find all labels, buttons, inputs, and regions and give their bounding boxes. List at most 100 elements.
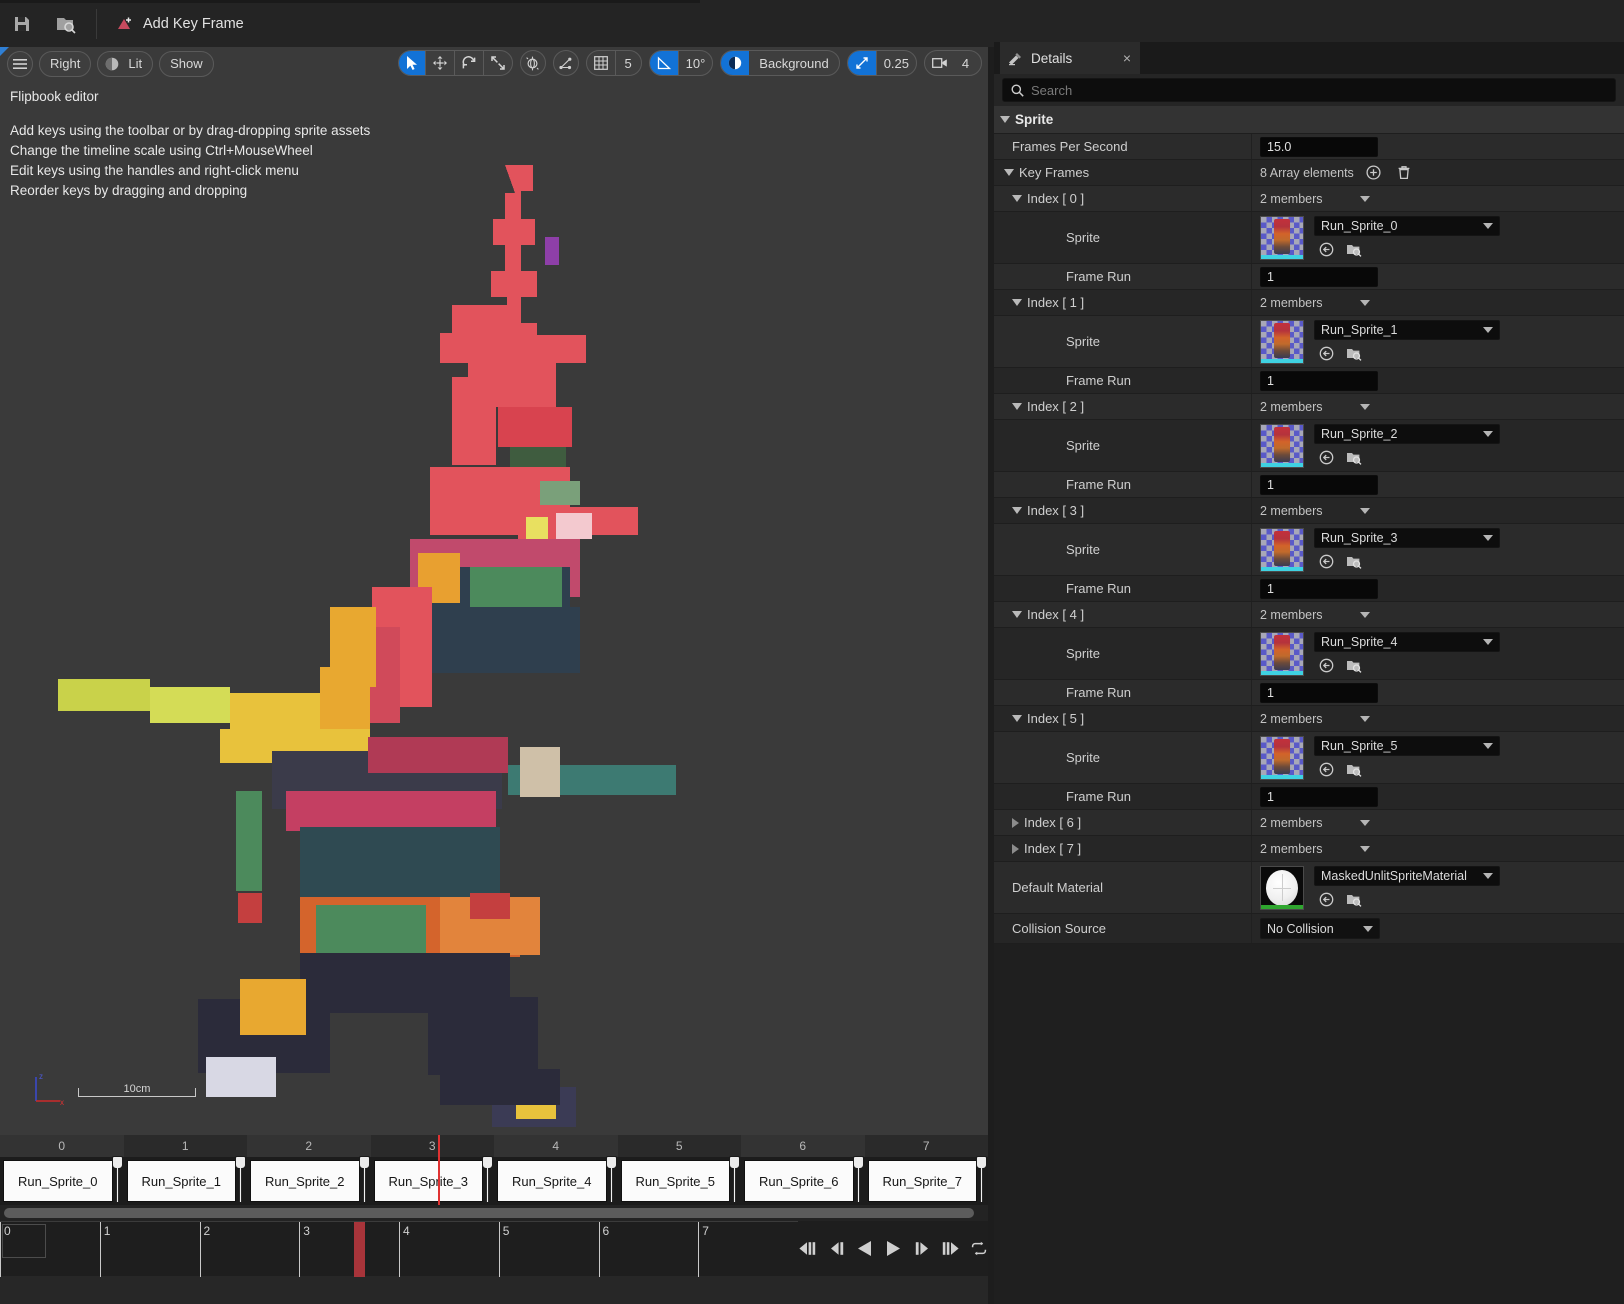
browse-to-sprite-button[interactable] [1344, 448, 1364, 468]
timeline-keyframe[interactable]: Run_Sprite_7 [867, 1160, 977, 1202]
frame-run-input[interactable]: 1 [1260, 370, 1378, 391]
scale-snap-toggle[interactable] [847, 51, 876, 75]
use-selected-asset-button[interactable] [1316, 760, 1336, 780]
timeline-scrollbar[interactable] [0, 1205, 988, 1221]
browse-to-material-button[interactable] [1344, 890, 1364, 910]
chevron-down-icon[interactable] [1483, 222, 1493, 229]
browse-to-sprite-button[interactable] [1344, 344, 1364, 364]
search-input[interactable] [1031, 82, 1607, 98]
chevron-down-icon[interactable] [1012, 299, 1022, 306]
use-selected-asset-button[interactable] [1316, 344, 1336, 364]
background-label[interactable]: Background [749, 56, 838, 71]
timeline-keyframe[interactable]: Run_Sprite_0 [3, 1160, 113, 1202]
browse-to-sprite-button[interactable] [1344, 240, 1364, 260]
save-button[interactable] [0, 2, 44, 46]
viewport-menu-button[interactable] [7, 50, 33, 77]
timeline-keyframe-handle[interactable] [605, 1156, 617, 1202]
details-search-box[interactable] [1002, 78, 1616, 102]
translate-tool-button[interactable] [424, 51, 454, 75]
default-material-picker[interactable]: MaskedUnlitSpriteMaterial [1314, 865, 1500, 886]
chevron-down-icon[interactable] [1012, 611, 1022, 618]
chevron-down-icon[interactable] [1012, 403, 1022, 410]
browse-to-asset-button[interactable] [44, 2, 88, 46]
sprite-thumbnail[interactable] [1260, 319, 1304, 364]
grid-snap-value[interactable]: 5 [614, 51, 641, 75]
scale-snap-value[interactable]: 0.25 [875, 51, 916, 75]
timeline-keyframe-handle[interactable] [482, 1156, 493, 1202]
sprite-thumbnail[interactable] [1260, 631, 1304, 676]
timeline-keyframe-handle[interactable] [729, 1156, 740, 1202]
chevron-down-icon[interactable] [1360, 299, 1370, 306]
chevron-down-icon[interactable] [1483, 430, 1493, 437]
background-toggle[interactable] [721, 51, 750, 75]
world-local-coordinate-button[interactable] [519, 50, 546, 76]
chevron-down-icon[interactable] [1483, 872, 1493, 879]
frame-run-input[interactable]: 1 [1260, 266, 1378, 287]
timeline-keyframe[interactable]: Run_Sprite_6 [744, 1160, 854, 1202]
close-icon[interactable]: × [1123, 50, 1131, 66]
chevron-down-icon[interactable] [1360, 845, 1370, 852]
use-selected-asset-button[interactable] [1316, 890, 1336, 910]
chevron-down-icon[interactable] [1360, 819, 1370, 826]
use-selected-asset-button[interactable] [1316, 448, 1336, 468]
select-tool-button[interactable] [398, 51, 425, 75]
add-key-frame-button[interactable]: Add Key Frame [105, 2, 254, 46]
surface-snapping-button[interactable] [552, 50, 579, 76]
rotate-tool-button[interactable] [453, 51, 483, 75]
chevron-down-icon[interactable] [1360, 611, 1370, 618]
chevron-down-icon[interactable] [1483, 534, 1493, 541]
timeline-keyframe-handle[interactable] [235, 1156, 246, 1202]
timeline-keyframe[interactable]: Run_Sprite_1 [126, 1160, 236, 1202]
timeline-keyframe[interactable]: Run_Sprite_2 [250, 1160, 360, 1202]
chevron-right-icon[interactable] [1012, 817, 1019, 828]
chevron-down-icon[interactable] [1483, 638, 1493, 645]
clear-array-button[interactable] [1394, 163, 1414, 183]
skip-to-end-button[interactable] [940, 1236, 960, 1262]
default-material-thumbnail[interactable] [1260, 865, 1304, 910]
grid-snap-toggle[interactable] [587, 51, 615, 75]
key-frame-index-header[interactable]: Index [ 7 ] 2 members [994, 836, 1624, 862]
sprite-thumbnail[interactable] [1260, 527, 1304, 572]
key-frame-index-header[interactable]: Index [ 3 ] 2 members [994, 498, 1624, 524]
timeline-ruler[interactable]: 0 1 2 3 4 5 6 7 [0, 1135, 988, 1157]
use-selected-asset-button[interactable] [1316, 656, 1336, 676]
key-frame-index-header[interactable]: Index [ 5 ] 2 members [994, 706, 1624, 732]
timeline-frame-ruler[interactable]: 01234567 [0, 1221, 798, 1277]
use-selected-asset-button[interactable] [1316, 552, 1336, 572]
chevron-down-icon[interactable] [1360, 195, 1370, 202]
key-frame-index-header[interactable]: Index [ 1 ] 2 members [994, 290, 1624, 316]
chevron-down-icon[interactable] [1012, 715, 1022, 722]
frame-run-input[interactable]: 1 [1260, 474, 1378, 495]
angle-snap-value[interactable]: 10° [677, 51, 713, 75]
sprite-thumbnail[interactable] [1260, 215, 1304, 260]
sprite-asset-picker[interactable]: Run_Sprite_3 [1314, 527, 1500, 548]
viewport-lighting-button[interactable]: Lit [97, 50, 154, 77]
loop-toggle-button[interactable] [970, 1236, 988, 1262]
timeline-keyframe-handle[interactable] [976, 1156, 987, 1202]
timeline-keyframe[interactable]: Run_Sprite_5 [620, 1160, 730, 1202]
chevron-down-icon[interactable] [1483, 742, 1493, 749]
browse-to-sprite-button[interactable] [1344, 760, 1364, 780]
frames-per-second-input[interactable]: 15.0 [1260, 136, 1378, 157]
key-frame-index-header[interactable]: Index [ 2 ] 2 members [994, 394, 1624, 420]
add-array-element-button[interactable] [1364, 163, 1384, 183]
chevron-down-icon[interactable] [1363, 925, 1373, 932]
chevron-down-icon[interactable] [1483, 326, 1493, 333]
collision-source-dropdown[interactable]: No Collision [1260, 918, 1380, 939]
timeline-keyframe[interactable]: Run_Sprite_4 [497, 1160, 607, 1202]
step-forward-button[interactable] [912, 1236, 930, 1262]
play-reverse-button[interactable] [856, 1236, 874, 1262]
step-back-button[interactable] [828, 1236, 846, 1262]
viewport[interactable]: Right Lit Show 5 10° Background 0.25 4 F… [0, 47, 988, 1135]
timeline-keyframe[interactable]: Run_Sprite_3 [373, 1160, 483, 1202]
viewport-view-mode-button[interactable]: Right [39, 50, 92, 77]
frame-run-input[interactable]: 1 [1260, 786, 1378, 807]
frame-run-input[interactable]: 1 [1260, 578, 1378, 599]
sprite-asset-picker[interactable]: Run_Sprite_5 [1314, 735, 1500, 756]
chevron-down-icon[interactable] [1000, 116, 1010, 123]
angle-snap-toggle[interactable] [649, 51, 678, 75]
sprite-asset-picker[interactable]: Run_Sprite_2 [1314, 423, 1500, 444]
play-button[interactable] [884, 1236, 902, 1262]
sprite-thumbnail[interactable] [1260, 423, 1304, 468]
chevron-down-icon[interactable] [1012, 507, 1022, 514]
